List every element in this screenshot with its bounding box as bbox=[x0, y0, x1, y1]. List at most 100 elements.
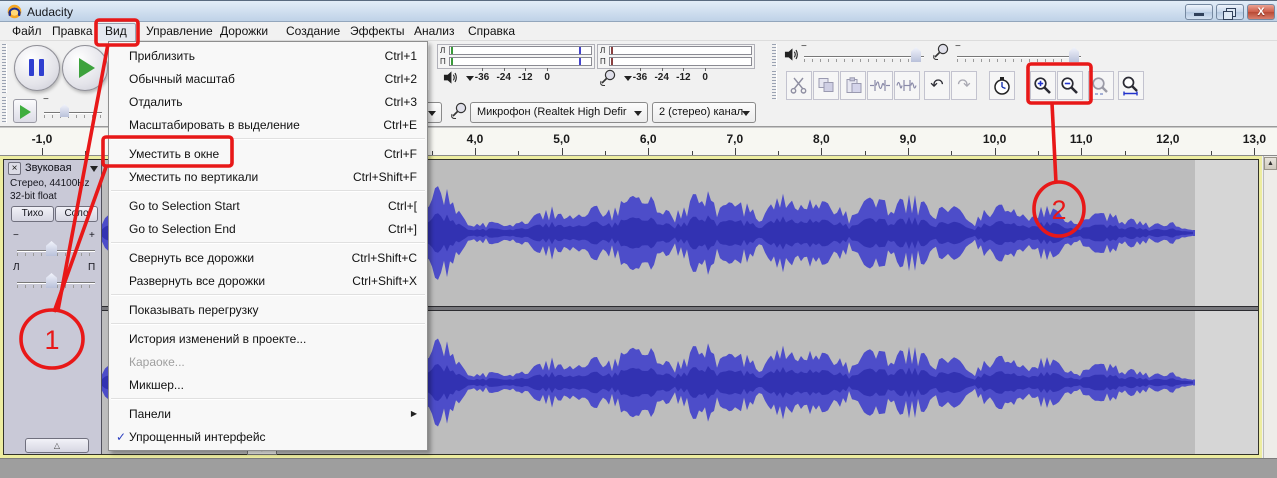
view-menu-item-21[interactable]: ✓Упрощенный интерфейс bbox=[109, 425, 427, 448]
play-icon bbox=[79, 58, 95, 78]
input-device-value: Микрофон (Realtek High Defir bbox=[477, 106, 627, 118]
input-volume-thumb[interactable] bbox=[1069, 47, 1079, 62]
meter-scale-label: -12 bbox=[518, 72, 532, 83]
view-menu-item-6[interactable]: Уместить по вертикалиCtrl+Shift+F bbox=[109, 165, 427, 188]
gain-slider-thumb[interactable] bbox=[46, 241, 57, 256]
speed-slider-thumb[interactable] bbox=[60, 104, 69, 117]
microphone-icon bbox=[599, 69, 616, 88]
play-at-speed-button[interactable] bbox=[13, 99, 37, 123]
track-name[interactable]: Звуковая bbox=[25, 162, 72, 174]
pan-slider-thumb[interactable] bbox=[46, 273, 57, 288]
bottom-strip bbox=[0, 458, 1277, 478]
silence-audio-button[interactable] bbox=[894, 71, 920, 100]
copy-button[interactable] bbox=[813, 71, 839, 100]
view-menu-item-5[interactable]: Уместить в окнеCtrl+F bbox=[109, 142, 427, 165]
output-volume-slider[interactable] bbox=[804, 56, 924, 57]
menu-item-label: Уместить по вертикали bbox=[129, 170, 353, 184]
audacity-window: Audacity X ФайлПравкаВидУправлениеДорожк… bbox=[0, 0, 1277, 478]
playback-meter-dropdown-arrow[interactable] bbox=[466, 76, 474, 81]
recording-meter-dropdown-arrow[interactable] bbox=[624, 76, 632, 81]
input-device-dropdown[interactable]: Микрофон (Realtek High Defir bbox=[470, 102, 648, 123]
transcription-toolbar-grip[interactable] bbox=[2, 97, 7, 123]
view-menu-item-0[interactable]: ПриблизитьCtrl+1 bbox=[109, 44, 427, 67]
ruler-major-tick bbox=[995, 148, 996, 155]
zoom-out-button[interactable] bbox=[1057, 71, 1083, 100]
view-menu-item-3[interactable]: Масштабировать в выделениеCtrl+E bbox=[109, 113, 427, 136]
zoom-in-button[interactable] bbox=[1030, 71, 1056, 100]
output-volume-thumb[interactable] bbox=[911, 47, 921, 62]
trim-audio-button[interactable] bbox=[867, 71, 893, 100]
menu-item-shortcut: Ctrl+2 bbox=[385, 72, 417, 86]
menubar-item-7[interactable]: Анализ bbox=[406, 23, 463, 40]
view-menu-item-8[interactable]: Go to Selection StartCtrl+[ bbox=[109, 194, 427, 217]
paste-button[interactable] bbox=[840, 71, 866, 100]
fit-project-button[interactable] bbox=[1118, 71, 1144, 100]
ruler-major-tick bbox=[908, 148, 909, 155]
track-menu-arrow-icon[interactable] bbox=[90, 166, 98, 172]
ruler-major-tick bbox=[1254, 148, 1255, 155]
view-menu-item-16[interactable]: История изменений в проекте... bbox=[109, 327, 427, 350]
close-button[interactable]: X bbox=[1247, 4, 1275, 20]
copy-icon bbox=[817, 77, 836, 94]
zoom-to-selection-button[interactable] bbox=[1088, 71, 1114, 100]
menubar-item-1[interactable]: Правка bbox=[44, 23, 101, 40]
ruler-label: -1,0 bbox=[32, 132, 53, 146]
menubar-item-3[interactable]: Управление bbox=[138, 23, 221, 40]
ruler-minor-tick bbox=[605, 151, 606, 155]
track-close-button[interactable]: × bbox=[8, 162, 21, 175]
ruler-minor-tick bbox=[85, 151, 86, 155]
redo-button[interactable]: ↷ bbox=[951, 71, 977, 100]
menubar-item-6[interactable]: Эффекты bbox=[342, 23, 413, 40]
view-menu-item-2[interactable]: ОтдалитьCtrl+3 bbox=[109, 90, 427, 113]
view-menu-item-12[interactable]: Развернуть все дорожкиCtrl+Shift+X bbox=[109, 269, 427, 292]
restore-button[interactable] bbox=[1216, 4, 1244, 20]
vertical-scrollbar[interactable]: ▲ bbox=[1263, 156, 1277, 458]
scroll-up-button[interactable]: ▲ bbox=[1264, 157, 1277, 170]
meter-scale-label: -24 bbox=[654, 72, 668, 83]
view-menu-item-20[interactable]: Панели▶ bbox=[109, 402, 427, 425]
menubar-item-5[interactable]: Создание bbox=[278, 23, 348, 40]
input-volume-slider[interactable] bbox=[957, 56, 1081, 57]
zoom-in-icon bbox=[1033, 76, 1053, 96]
menu-item-shortcut: Ctrl+1 bbox=[385, 49, 417, 63]
menu-item-label: Go to Selection Start bbox=[129, 199, 388, 213]
menubar-item-8[interactable]: Справка bbox=[460, 23, 523, 40]
view-menu-item-17[interactable]: Караоке... bbox=[109, 350, 427, 373]
menu-item-label: Обычный масштаб bbox=[129, 72, 385, 86]
play-button[interactable] bbox=[62, 45, 108, 91]
mixer-toolbar-grip[interactable] bbox=[772, 44, 777, 68]
view-menu-item-18[interactable]: Микшер... bbox=[109, 373, 427, 396]
meter-scale-tick bbox=[547, 68, 548, 71]
solo-button[interactable]: Соло bbox=[55, 206, 98, 222]
speed-slider[interactable] bbox=[44, 112, 102, 113]
recording-meter[interactable]: Л П bbox=[597, 44, 755, 69]
edit-toolbar-grip[interactable] bbox=[772, 71, 777, 100]
ruler-major-tick bbox=[562, 148, 563, 155]
track-bitdepth-info: 32-bit float bbox=[10, 191, 57, 202]
menubar-item-2[interactable]: Вид bbox=[96, 23, 136, 42]
pause-button[interactable] bbox=[14, 45, 60, 91]
undo-button[interactable]: ↶ bbox=[924, 71, 950, 100]
transport-toolbar-grip[interactable] bbox=[2, 44, 7, 93]
ruler-minor-tick bbox=[692, 151, 693, 155]
menu-item-label: История изменений в проекте... bbox=[129, 332, 417, 346]
timer-record-button[interactable] bbox=[989, 71, 1015, 100]
ruler-label: 5,0 bbox=[553, 132, 570, 146]
menubar-item-0[interactable]: Файл bbox=[4, 23, 50, 40]
menu-item-label: Приблизить bbox=[129, 49, 385, 63]
meter-scale-tick bbox=[662, 68, 663, 71]
view-menu-item-11[interactable]: Свернуть все дорожкиCtrl+Shift+C bbox=[109, 246, 427, 269]
cut-button[interactable] bbox=[786, 71, 812, 100]
minimize-button[interactable] bbox=[1185, 4, 1213, 20]
view-menu-item-14[interactable]: Показывать перегрузку bbox=[109, 298, 427, 321]
menu-item-label: Уместить в окне bbox=[129, 147, 384, 161]
audacity-logo-icon bbox=[7, 4, 22, 19]
input-channels-dropdown[interactable]: 2 (стерео) канал bbox=[652, 102, 756, 123]
playback-meter[interactable]: Л П bbox=[437, 44, 595, 69]
menu-item-shortcut: Ctrl+Shift+C bbox=[352, 251, 417, 265]
mute-button[interactable]: Тихо bbox=[11, 206, 54, 222]
menubar-item-4[interactable]: Дорожки bbox=[212, 23, 276, 40]
view-menu-item-9[interactable]: Go to Selection EndCtrl+] bbox=[109, 217, 427, 240]
collapse-track-button[interactable]: △ bbox=[25, 438, 89, 453]
view-menu-item-1[interactable]: Обычный масштабCtrl+2 bbox=[109, 67, 427, 90]
